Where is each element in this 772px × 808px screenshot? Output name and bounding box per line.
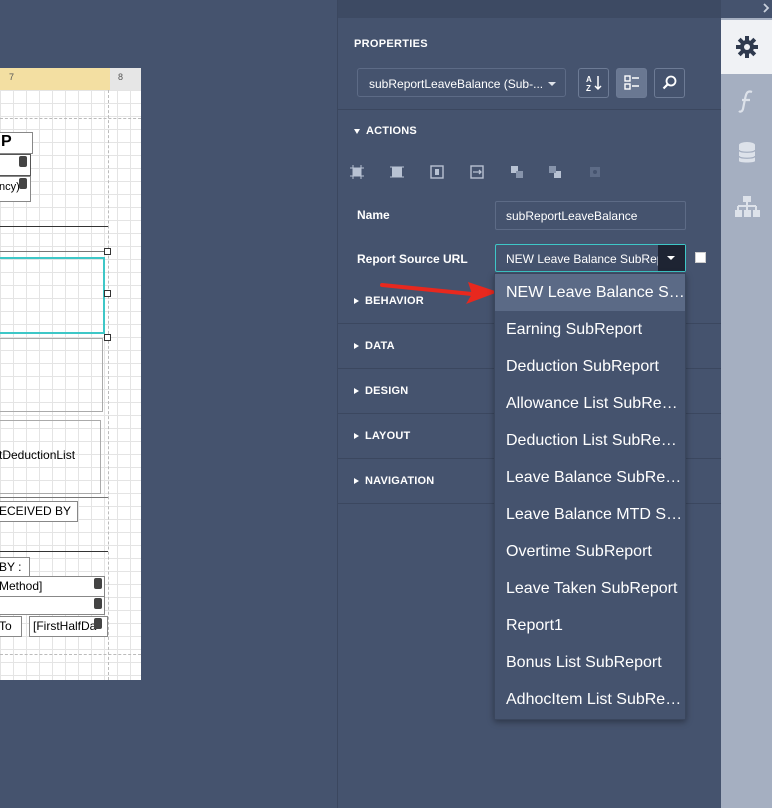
dropdown-option[interactable]: Leave Taken SubReport bbox=[495, 570, 685, 607]
categories-icon bbox=[623, 75, 639, 90]
separator-line bbox=[0, 226, 108, 227]
function-icon bbox=[737, 90, 752, 113]
resize-handle[interactable] bbox=[104, 290, 111, 297]
dropdown-option[interactable]: Leave Balance MTD SubReport bbox=[495, 496, 685, 533]
report-header-textbox[interactable]: P bbox=[0, 132, 33, 154]
database-icon bbox=[737, 142, 756, 163]
top-margin-guide bbox=[0, 118, 141, 119]
dropdown-option[interactable]: NEW Leave Balance SubReport bbox=[495, 274, 685, 311]
database-field-icon bbox=[94, 618, 102, 629]
dropdown-option[interactable]: Deduction List SubReport bbox=[495, 422, 685, 459]
chevron-down-icon bbox=[667, 256, 675, 260]
collapsed-arrow-icon bbox=[354, 388, 359, 394]
right-tab-bar bbox=[721, 0, 772, 808]
collapsed-arrow-icon bbox=[354, 478, 359, 484]
collapsed-arrow-icon bbox=[354, 298, 359, 304]
database-field-icon bbox=[94, 598, 102, 609]
component-selector-value: subReportLeaveBalance (Sub-... bbox=[369, 77, 544, 91]
dropdown-option[interactable]: Earning SubReport bbox=[495, 311, 685, 348]
component-selector[interactable]: subReportLeaveBalance (Sub-... bbox=[357, 68, 566, 97]
empty-field-textbox[interactable] bbox=[0, 596, 105, 615]
received-by-label[interactable]: ECEIVED BY bbox=[0, 501, 78, 522]
gear-icon bbox=[735, 36, 758, 58]
payment-method-field[interactable]: Method] bbox=[0, 576, 105, 597]
collapse-strip[interactable] bbox=[721, 0, 772, 18]
ruler-margin-area bbox=[110, 68, 141, 90]
svg-text:A: A bbox=[586, 75, 592, 84]
collapsed-arrow-icon bbox=[354, 343, 359, 349]
svg-text:Z: Z bbox=[586, 84, 591, 92]
expressions-tab[interactable] bbox=[721, 74, 772, 128]
properties-tab[interactable] bbox=[721, 20, 772, 74]
disabled-action-icon bbox=[590, 167, 600, 177]
subreport-placeholder[interactable] bbox=[0, 338, 103, 412]
section-layout[interactable]: LAYOUT bbox=[354, 430, 410, 442]
divider bbox=[338, 109, 722, 110]
collapsed-arrow-icon bbox=[354, 433, 359, 439]
sort-az-icon: A Z bbox=[586, 75, 602, 92]
field-list-tab[interactable] bbox=[721, 126, 772, 180]
chevron-right-icon[interactable] bbox=[721, 0, 772, 18]
expanded-arrow-icon bbox=[354, 128, 360, 134]
resize-handle[interactable] bbox=[104, 334, 111, 341]
database-field-icon bbox=[94, 578, 102, 589]
section-actions[interactable]: ACTIONS bbox=[354, 125, 417, 137]
resize-handle[interactable] bbox=[104, 248, 111, 255]
chevron-down-icon bbox=[548, 82, 556, 86]
name-input[interactable]: subReportLeaveBalance bbox=[495, 201, 686, 230]
deduction-list-subreport[interactable]: tDeductionList bbox=[0, 420, 101, 494]
right-margin-guide bbox=[108, 90, 109, 680]
section-navigation[interactable]: NAVIGATION bbox=[354, 475, 434, 487]
separator-line bbox=[0, 497, 108, 498]
fit-bounds-icon[interactable] bbox=[350, 165, 364, 179]
separator-line bbox=[0, 551, 108, 552]
fit-to-container-icon[interactable] bbox=[390, 165, 404, 179]
section-navigation-label: NAVIGATION bbox=[365, 475, 435, 487]
section-layout-label: LAYOUT bbox=[365, 430, 411, 442]
section-actions-label: ACTIONS bbox=[366, 125, 417, 137]
search-icon bbox=[662, 75, 676, 90]
ruler-mark-7: 7 bbox=[9, 72, 15, 82]
categorized-view-button[interactable] bbox=[616, 68, 647, 98]
dropdown-option[interactable]: Allowance List SubReport bbox=[495, 385, 685, 422]
dropdown-option[interactable]: AdhocItem List SubReport bbox=[495, 681, 685, 718]
report-design-surface: 7 8 P ncy) tDeductionList ECEIVED BY BY … bbox=[0, 0, 337, 808]
report-source-dropdown-button[interactable] bbox=[658, 245, 685, 271]
red-arrow-annotation bbox=[380, 282, 498, 304]
hierarchy-icon bbox=[734, 196, 760, 217]
report-source-checkbox[interactable] bbox=[695, 252, 706, 263]
size-to-grid-icon[interactable] bbox=[470, 165, 484, 179]
section-data-label: DATA bbox=[365, 340, 395, 352]
bring-to-front-icon[interactable] bbox=[510, 165, 524, 179]
align-to-grid-icon[interactable] bbox=[430, 165, 444, 179]
bottom-margin-guide bbox=[0, 654, 141, 655]
report-page[interactable]: P ncy) tDeductionList ECEIVED BY BY : Me… bbox=[0, 90, 141, 680]
dropdown-option[interactable]: Deduction SubReport bbox=[495, 348, 685, 385]
database-field-icon bbox=[19, 178, 27, 189]
selected-subreport-control[interactable] bbox=[0, 257, 105, 334]
panel-title: PROPERTIES bbox=[354, 38, 428, 50]
sort-alphabetical-button[interactable]: A Z bbox=[578, 68, 609, 98]
dropdown-option[interactable]: Report1 bbox=[495, 607, 685, 644]
dropdown-option[interactable]: Bonus List SubReport bbox=[495, 644, 685, 681]
report-explorer-tab[interactable] bbox=[721, 180, 772, 234]
ruler-mark-8: 8 bbox=[118, 72, 124, 82]
to-label[interactable]: To bbox=[0, 616, 22, 637]
section-design[interactable]: DESIGN bbox=[354, 385, 408, 397]
search-properties-button[interactable] bbox=[654, 68, 685, 98]
report-source-url-label: Report Source URL bbox=[357, 252, 468, 266]
dropdown-option[interactable]: Leave Balance SubReport bbox=[495, 459, 685, 496]
database-field-icon bbox=[19, 156, 27, 167]
approved-by-label[interactable]: BY : bbox=[0, 557, 30, 578]
report-source-dropdown-list[interactable]: NEW Leave Balance SubReport Earning SubR… bbox=[494, 273, 686, 720]
horizontal-ruler: 7 8 bbox=[0, 68, 141, 91]
section-data[interactable]: DATA bbox=[354, 340, 395, 352]
name-label: Name bbox=[357, 208, 390, 222]
dropdown-option[interactable]: Overtime SubReport bbox=[495, 533, 685, 570]
separator-line bbox=[0, 251, 108, 252]
send-to-back-icon[interactable] bbox=[548, 165, 562, 179]
panel-top-strip bbox=[338, 0, 722, 18]
section-design-label: DESIGN bbox=[365, 385, 409, 397]
